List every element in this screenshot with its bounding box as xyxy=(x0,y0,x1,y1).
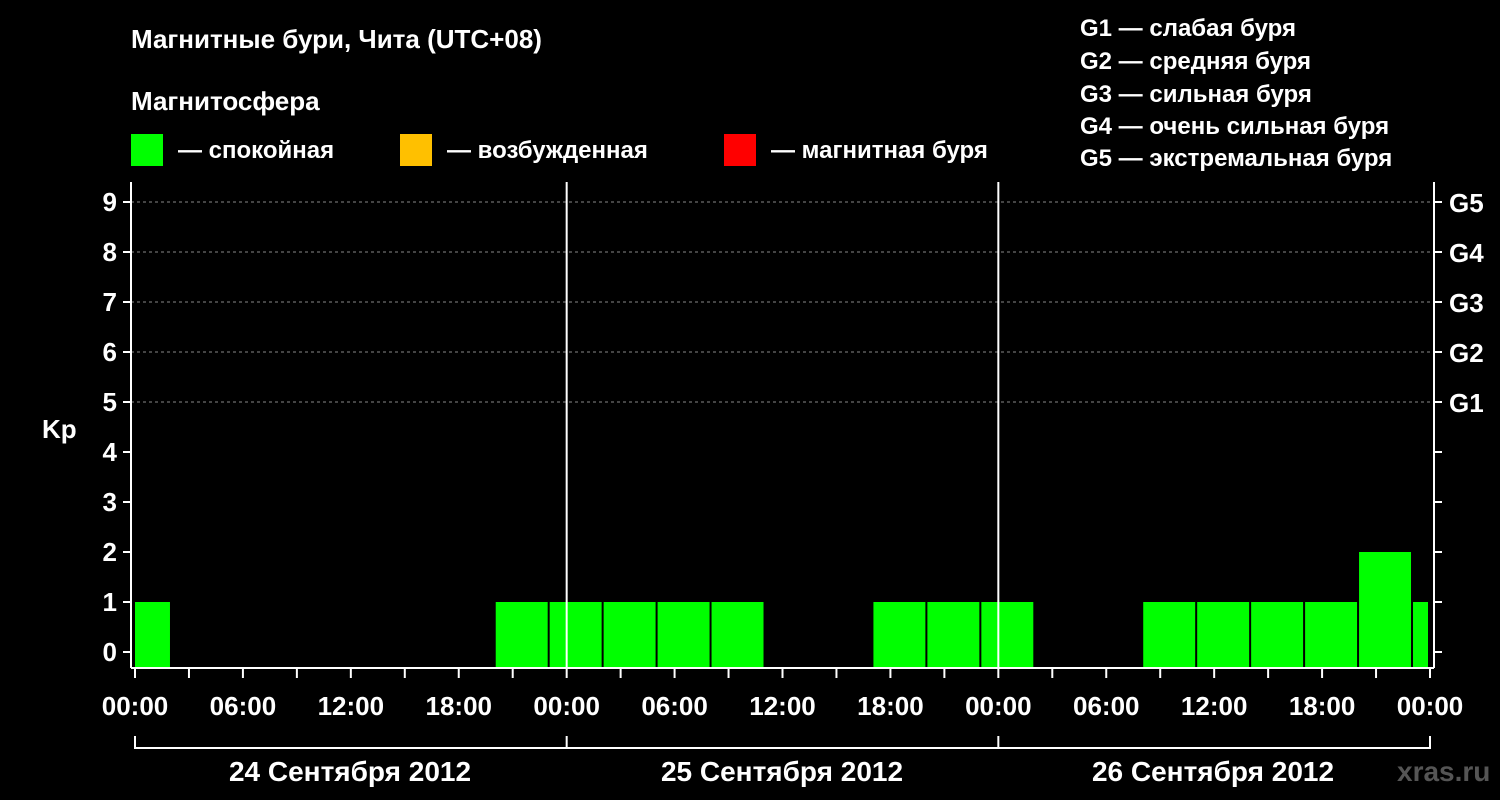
legend-label-active: — возбужденная xyxy=(447,137,648,164)
kp-bar xyxy=(603,602,656,668)
grid-lines xyxy=(131,201,1434,403)
g-tick-label: G3 xyxy=(1449,288,1484,318)
x-tick-label: 00:00 xyxy=(102,691,169,721)
x-tick-label: 18:00 xyxy=(1289,691,1356,721)
date-label-3: 26 Сентября 2012 xyxy=(1092,756,1334,787)
kp-bar xyxy=(981,602,1034,668)
y-tick-label: 3 xyxy=(103,487,117,517)
kp-chart: Магнитные бури, Чита (UTC+08) Магнитосфе… xyxy=(42,15,1490,787)
x-tick-label: 00:00 xyxy=(533,691,600,721)
legend-heading: Магнитосфера xyxy=(131,86,320,116)
y-tick-label: 8 xyxy=(103,237,117,267)
y-tick-label: 6 xyxy=(103,337,117,367)
legend-swatch-active xyxy=(400,134,432,166)
kp-bar xyxy=(1305,602,1358,668)
g-legend-2: G2 — средняя буря xyxy=(1080,48,1311,75)
kp-bar xyxy=(135,602,170,668)
legend-label-storm: — магнитная буря xyxy=(771,137,988,164)
x-tick-label: 18:00 xyxy=(857,691,924,721)
g-legend-1: G1 — слабая буря xyxy=(1080,15,1296,42)
x-tick-label: 18:00 xyxy=(426,691,493,721)
kp-bar xyxy=(657,602,710,668)
x-tick-label: 00:00 xyxy=(1397,691,1464,721)
g-tick-label: G2 xyxy=(1449,338,1484,368)
kp-bar xyxy=(927,602,980,668)
x-tick-label: 06:00 xyxy=(1073,691,1140,721)
y-axis-label: Kp xyxy=(42,414,77,444)
x-tick-label: 12:00 xyxy=(749,691,816,721)
kp-bar xyxy=(495,602,548,668)
x-tick-label: 06:00 xyxy=(641,691,708,721)
legend-label-quiet: — спокойная xyxy=(178,137,334,164)
watermark: xras.ru xyxy=(1397,756,1490,787)
y-tick-label: 0 xyxy=(103,637,117,667)
date-label-1: 24 Сентября 2012 xyxy=(229,756,471,787)
kp-bars xyxy=(135,552,1428,668)
x-tick-label: 12:00 xyxy=(318,691,385,721)
y-tick-label: 2 xyxy=(103,537,117,567)
kp-bar xyxy=(549,602,602,668)
x-tick-label: 00:00 xyxy=(965,691,1032,721)
chart-title: Магнитные бури, Чита (UTC+08) xyxy=(131,24,542,54)
g-legend-3: G3 — сильная буря xyxy=(1080,81,1312,108)
y-tick-label: 1 xyxy=(103,587,117,617)
y-tick-label: 9 xyxy=(103,187,117,217)
y-tick-label: 7 xyxy=(103,287,117,317)
g-tick-label: G5 xyxy=(1449,188,1484,218)
legend-swatch-quiet xyxy=(131,134,163,166)
x-tick-label: 12:00 xyxy=(1181,691,1248,721)
kp-bar xyxy=(1143,602,1196,668)
g-tick-label: G1 xyxy=(1449,388,1484,418)
kp-bar xyxy=(1359,552,1412,668)
y-tick-label: 4 xyxy=(103,437,118,467)
g-legend-5: G5 — экстремальная буря xyxy=(1080,145,1392,172)
kp-bar xyxy=(711,602,764,668)
kp-bar xyxy=(1413,602,1428,668)
y-tick-label: 5 xyxy=(103,387,117,417)
g-legend-4: G4 — очень сильная буря xyxy=(1080,113,1389,140)
kp-bar xyxy=(1251,602,1304,668)
date-label-2: 25 Сентября 2012 xyxy=(661,756,903,787)
kp-bar xyxy=(1197,602,1250,668)
kp-bar xyxy=(873,602,926,668)
g-tick-label: G4 xyxy=(1449,238,1484,268)
legend-swatch-storm xyxy=(724,134,756,166)
x-tick-label: 06:00 xyxy=(210,691,277,721)
